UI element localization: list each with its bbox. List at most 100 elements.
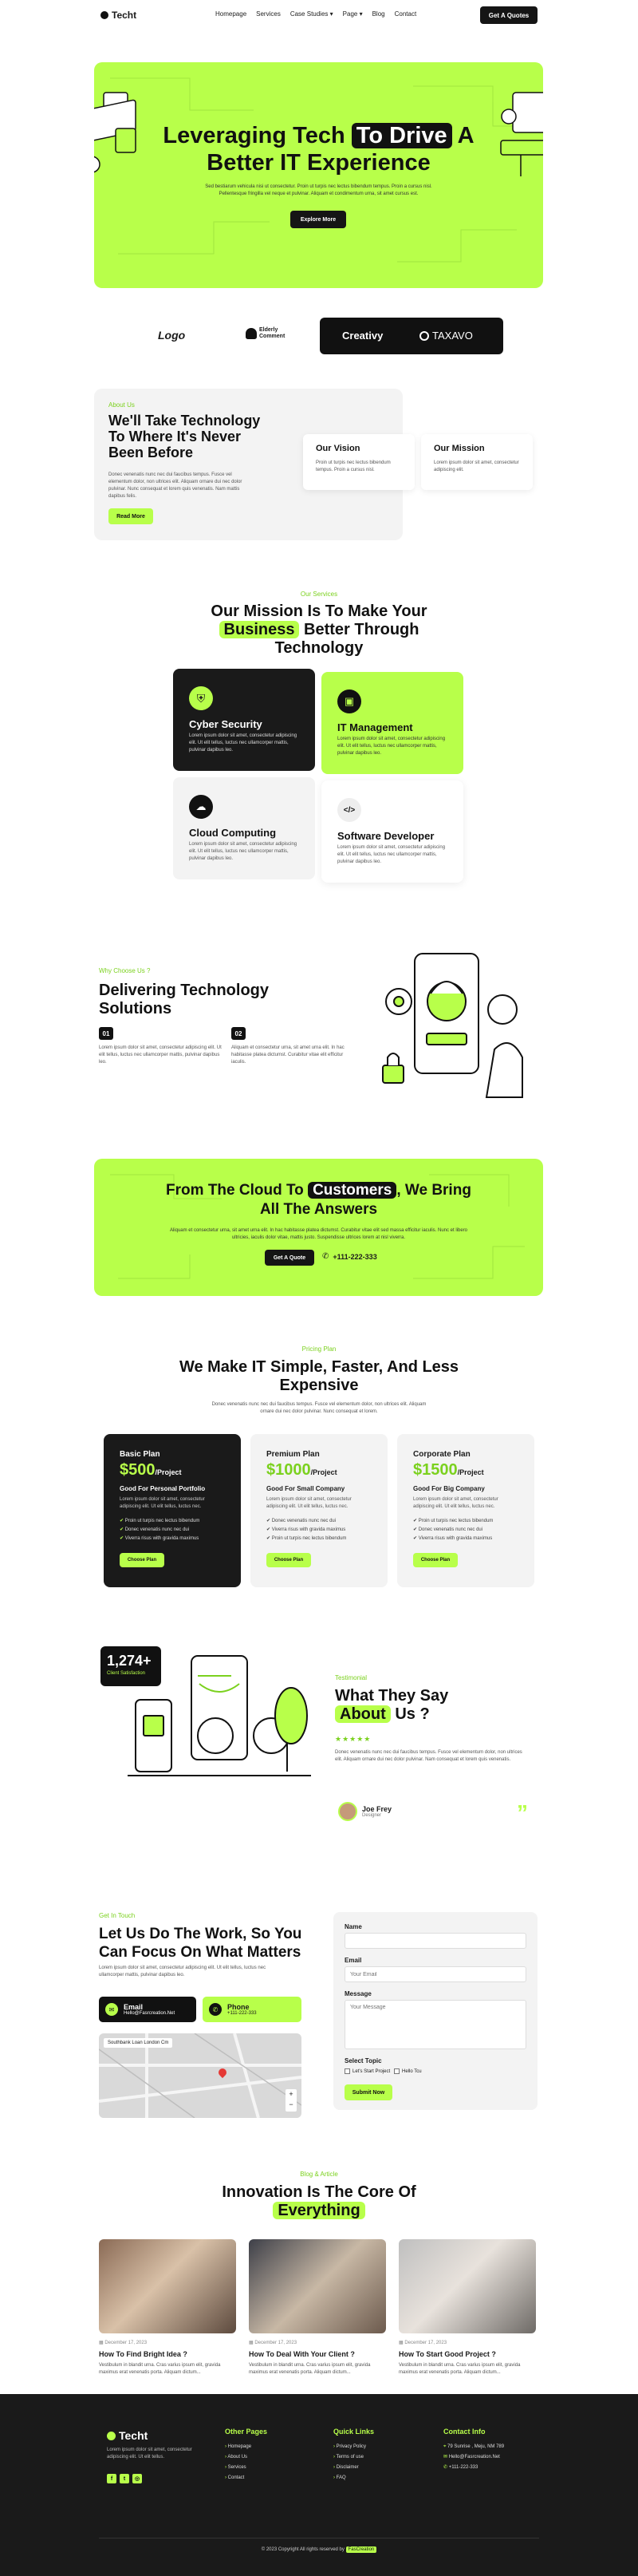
services-title: Our Mission Is To Make Your Business Bet… <box>211 603 427 657</box>
plan-name: Corporate Plan <box>413 1450 471 1459</box>
blog-title: Innovation Is The Core Of Everything <box>222 2183 416 2219</box>
pricing-text: Donec venenatis nunc nec dui faucibus te… <box>211 1402 427 1414</box>
why-item-text: Lorem ipsum dolor sit amet, consectetur … <box>99 1045 222 1065</box>
pricing-eyebrow: Pricing Plan <box>301 1345 337 1353</box>
service-card-cloud-computing[interactable]: ☁ Cloud Computing Lorem ipsum dolor sit … <box>173 777 315 879</box>
blog-excerpt: Vestibulum in blandit urna. Cras varius … <box>249 2363 371 2375</box>
plan-features: ✔ Proin ut turpis nec lectus bibendum ✔ … <box>413 1517 493 1543</box>
footer-link[interactable]: › Disclaimer <box>333 2463 374 2473</box>
check-icon: ✔ <box>413 1519 419 1523</box>
blog-card[interactable]: ▦ December 17, 2023 How To Deal With You… <box>249 2239 386 2399</box>
cta-phone[interactable]: ✆ +111-222-333 <box>322 1252 377 1261</box>
facebook-icon[interactable]: f <box>107 2474 116 2483</box>
service-card-software-developer[interactable]: </> Software Developer Lorem ipsum dolor… <box>321 780 463 883</box>
blog-post-title[interactable]: How To Find Bright Idea ? <box>99 2350 236 2358</box>
email-field[interactable] <box>345 1966 526 1982</box>
service-title: IT Management <box>337 721 413 733</box>
footer-col-quick-links: Quick Links › Privacy Policy › Terms of … <box>333 2428 374 2483</box>
contact-form: Name Email Message Select Topic Let's St… <box>333 1912 538 2110</box>
plan-price: $500/Project <box>120 1461 182 1479</box>
footer-link[interactable]: › About Us <box>225 2452 267 2463</box>
choose-plan-button[interactable]: Choose Plan <box>120 1553 164 1567</box>
name-label: Name <box>345 1923 362 1930</box>
blog-card[interactable]: ▦ December 17, 2023 How To Find Bright I… <box>99 2239 236 2399</box>
nav-link-case-studies[interactable]: Case Studies ▾ <box>290 10 333 18</box>
check-icon: ✔ <box>413 1527 419 1532</box>
map[interactable]: Southbank Loan London Cm + − <box>99 2033 301 2118</box>
footer-link[interactable]: › Privacy Policy <box>333 2442 374 2452</box>
read-more-button[interactable]: Read More <box>108 508 153 524</box>
plan-feature: ✔ Donec venenatis nunc nec dui <box>266 1519 337 1523</box>
logo[interactable]: Techt <box>100 10 136 21</box>
choose-plan-button[interactable]: Choose Plan <box>266 1553 311 1567</box>
phone-card[interactable]: ✆ Phone +111-222-333 <box>203 1997 301 2022</box>
name-field[interactable] <box>345 1933 526 1949</box>
footer-contact-email[interactable]: ✉ Hello@Fasrcreation.Net <box>443 2452 504 2463</box>
quote-icon: ” <box>517 1800 528 1825</box>
rating-stars: ★★★★★ <box>335 1735 372 1743</box>
plan-price: $1000/Project <box>266 1461 337 1479</box>
topic-option-2[interactable]: Hello Tcu <box>394 2068 422 2074</box>
nav-link-homepage[interactable]: Homepage <box>215 10 246 18</box>
footer-col-title: Quick Links <box>333 2428 375 2436</box>
footer-contact-phone[interactable]: ✆ +111-222-333 <box>443 2463 504 2473</box>
choose-plan-button[interactable]: Choose Plan <box>413 1553 458 1567</box>
footer-logo[interactable]: Techt <box>107 2429 148 2442</box>
footer-link[interactable]: › Terms of use <box>333 2452 374 2463</box>
check-icon: ✔ <box>120 1519 125 1523</box>
twitter-icon[interactable]: t <box>120 2474 129 2483</box>
testimonial-author: Joe Frey Designer <box>338 1802 392 1821</box>
plan-feature: ✔ Proin ut turpis nec lectus bibendum <box>266 1536 347 1541</box>
topic-option-1[interactable]: Let's Start Project <box>345 2068 390 2074</box>
checkbox[interactable] <box>394 2068 400 2074</box>
brand-link[interactable]: FasCreation <box>345 2546 377 2553</box>
footer-link[interactable]: › Homepage <box>225 2442 267 2452</box>
why-item-text: Aliquam et consectetur urna, sit amet ur… <box>231 1045 345 1065</box>
plan-card-corporate: Corporate Plan $1500/Project Good For Bi… <box>397 1434 534 1587</box>
message-field[interactable] <box>345 2000 526 2049</box>
footer-link[interactable]: › FAQ <box>333 2473 374 2483</box>
blog-post-title[interactable]: How To Start Good Project ? <box>399 2350 536 2358</box>
blog-card[interactable]: ▦ December 17, 2023 How To Start Good Pr… <box>399 2239 536 2399</box>
footer-link[interactable]: › Services <box>225 2463 267 2473</box>
check-icon: ✔ <box>120 1536 125 1541</box>
pricing-title: We Make IT Simple, Faster, And Less Expe… <box>179 1358 459 1394</box>
blog-meta: ▦ December 17, 2023 <box>249 2341 297 2345</box>
why-item-number: 01 <box>99 1027 113 1040</box>
phone-icon: ✆ <box>443 2465 449 2470</box>
logo-icon <box>107 2431 116 2440</box>
mission-text: Lorem ipsum dolor sit amet, consectetur … <box>434 460 519 472</box>
blog-post-title[interactable]: How To Deal With Your Client ? <box>249 2350 386 2358</box>
nav-link-services[interactable]: Services <box>256 10 281 18</box>
map-zoom-controls[interactable]: + − <box>286 2089 297 2112</box>
get-a-quote-button[interactable]: Get A Quote <box>265 1250 314 1266</box>
vision-card: Our Vision Proin ut turpis nec lectus bi… <box>303 434 415 490</box>
nav-link-blog[interactable]: Blog <box>372 10 385 18</box>
testimonial-title: What They Say About Us ? <box>335 1687 449 1723</box>
plan-feature: ✔ Proin ut turpis nec lectus bibendum <box>120 1519 200 1523</box>
email-card[interactable]: ✉ Email Hello@Fasrcreation.Net <box>99 1997 196 2022</box>
blog-eyebrow: Blog & Article <box>300 2171 338 2178</box>
service-title: Cyber Security <box>189 718 262 730</box>
mission-card: Our Mission Lorem ipsum dolor sit amet, … <box>421 434 533 490</box>
navbar: Techt Homepage Services Case Studies ▾ P… <box>0 0 638 32</box>
nav-link-page[interactable]: Page ▾ <box>343 10 363 18</box>
get-quotes-button[interactable]: Get A Quotes <box>480 6 538 24</box>
nav-link-contact[interactable]: Contact <box>395 10 417 18</box>
checkbox[interactable] <box>345 2068 350 2074</box>
service-card-cyber-security[interactable]: ⛨ Cyber Security Lorem ipsum dolor sit a… <box>173 669 315 771</box>
logo-text: Techt <box>112 10 137 21</box>
service-card-it-management[interactable]: ▣ IT Management Lorem ipsum dolor sit am… <box>321 672 463 774</box>
partner-logo-2: Elderly Comment <box>246 327 285 340</box>
explore-more-button[interactable]: Explore More <box>290 211 346 228</box>
instagram-icon[interactable]: ◎ <box>132 2474 142 2483</box>
about-eyebrow: About Us <box>108 401 135 409</box>
avatar <box>338 1802 357 1821</box>
why-item-number: 02 <box>231 1027 246 1040</box>
footer-link[interactable]: › Contact <box>225 2473 267 2483</box>
why-eyebrow: Why Choose Us ? <box>99 967 151 974</box>
partner-logo-1: Logo <box>158 329 186 342</box>
plan-card-premium: Premium Plan $1000/Project Good For Smal… <box>250 1434 388 1587</box>
submit-button[interactable]: Submit Now <box>345 2084 392 2100</box>
blog-title-highlight: Everything <box>273 2202 365 2219</box>
